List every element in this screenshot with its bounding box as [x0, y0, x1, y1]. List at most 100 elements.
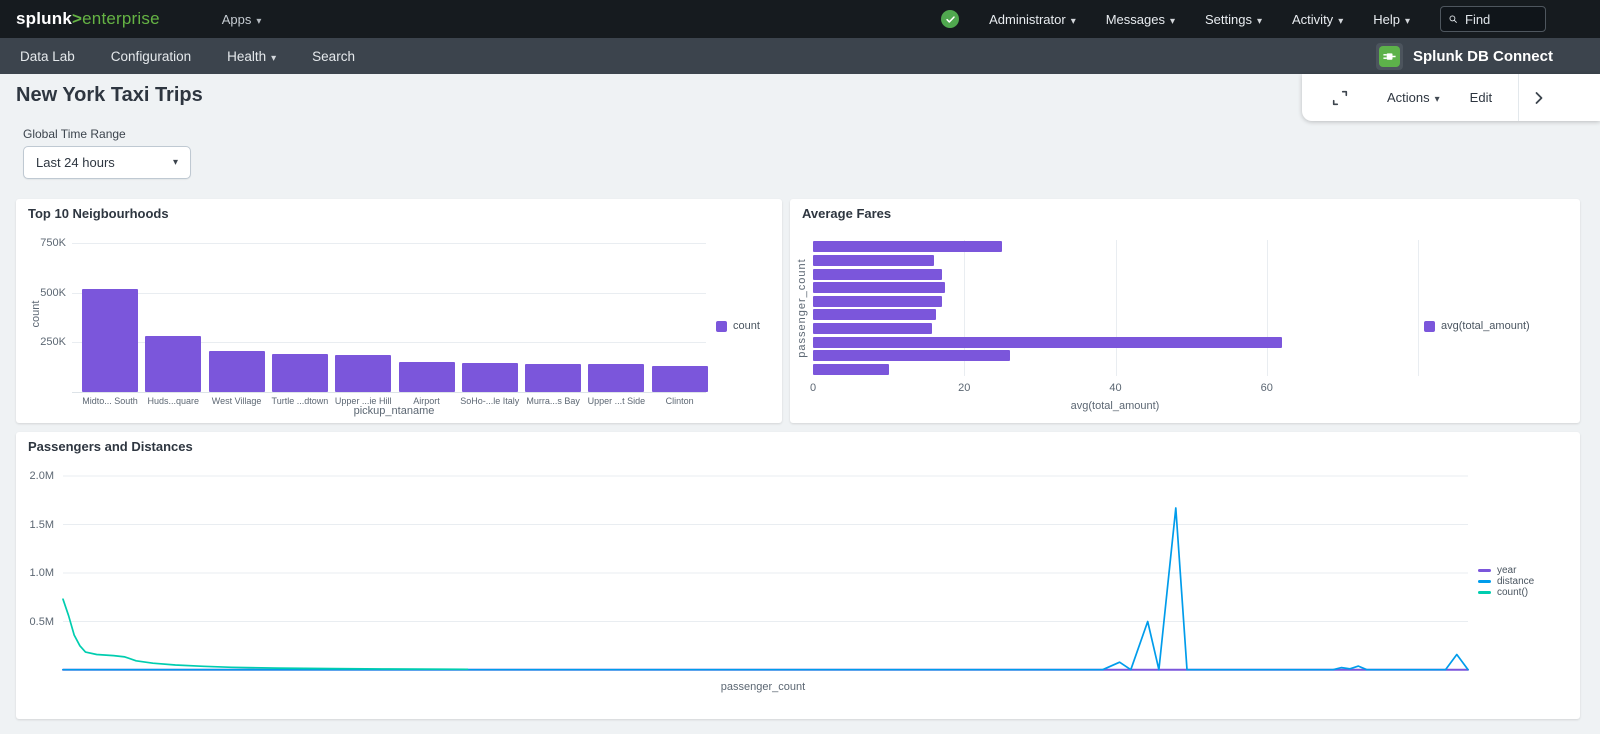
- bar-passenger-count-0[interactable]: [813, 241, 1002, 252]
- db-connect-icon-frame: [1376, 43, 1403, 70]
- page-title: New York Taxi Trips: [16, 84, 203, 107]
- x-category-label: Huds...quare: [141, 396, 205, 406]
- average-fares-bar-chart: 0204060passenger_countavg(total_amount)a…: [790, 199, 1580, 423]
- gridline: [1267, 240, 1268, 376]
- activity-menu-label: Activity: [1292, 12, 1333, 27]
- plug-icon: [1382, 49, 1397, 64]
- passengers-distances-line-chart: 0.5M1.0M1.5M2.0Mpassenger_countyeardista…: [16, 432, 1580, 719]
- y-axis-title: passenger_count: [796, 240, 808, 376]
- bar-Murra...s Bay[interactable]: [525, 364, 581, 392]
- y-tick-label: 1.5M: [16, 519, 54, 531]
- y-tick-label: 2.0M: [16, 470, 54, 482]
- legend-label-year[interactable]: year: [1497, 565, 1516, 576]
- messages-menu[interactable]: Messages: [1106, 12, 1175, 27]
- legend-label-distance[interactable]: distance: [1497, 576, 1534, 587]
- legend-label-avg-total-amount[interactable]: avg(total_amount): [1441, 320, 1530, 332]
- legend-swatch-distance[interactable]: [1478, 580, 1491, 583]
- bar-passenger-count-9[interactable]: [813, 364, 889, 375]
- apps-menu-label: Apps: [222, 12, 252, 27]
- logo-enterprise-text: enterprise: [82, 9, 160, 28]
- nav-item-configuration[interactable]: Configuration: [111, 49, 191, 64]
- line-distance[interactable]: [63, 508, 1468, 670]
- find-search-box[interactable]: [1440, 6, 1546, 32]
- logo-gt-text: >: [72, 9, 82, 28]
- dashboard-toolbar: Actions Edit: [1302, 74, 1600, 121]
- nav-item-data-lab[interactable]: Data Lab: [20, 49, 75, 64]
- x-tick-label: 20: [949, 382, 979, 394]
- legend-swatch-count[interactable]: [1478, 591, 1491, 594]
- actions-button-label: Actions: [1387, 90, 1430, 105]
- y-tick-label: 0.5M: [16, 616, 54, 628]
- panel-top10-neighbourhoods: Top 10 Neigbourhoods 250K500K750KcountMi…: [16, 199, 782, 423]
- global-time-range-label: Global Time Range: [23, 127, 126, 141]
- user-menu-label: Administrator: [989, 12, 1066, 27]
- gridline: [72, 293, 706, 294]
- top10-bar-chart: 250K500K750KcountMidto... SouthHuds...qu…: [16, 199, 782, 423]
- find-search-input[interactable]: [1463, 11, 1537, 28]
- line-chart-plot: [63, 462, 1468, 677]
- logo-splunk-text: splunk: [16, 9, 72, 28]
- bar-SoHo-...le Italy[interactable]: [462, 363, 518, 392]
- x-axis-title: pickup_ntaname: [294, 405, 494, 417]
- legend-label-count[interactable]: count: [733, 320, 760, 332]
- bar-passenger-count-2[interactable]: [813, 269, 942, 280]
- actions-button[interactable]: Actions: [1387, 90, 1440, 105]
- legend-label-count[interactable]: count(): [1497, 587, 1528, 598]
- app-title: Splunk DB Connect: [1413, 48, 1553, 65]
- x-category-label: Midto... South: [78, 396, 142, 406]
- legend-swatch-count[interactable]: [716, 321, 727, 332]
- settings-menu[interactable]: Settings: [1205, 12, 1262, 27]
- top-nav-bar: splunk>enterprise Apps Administrator Mes…: [0, 0, 1600, 38]
- user-menu[interactable]: Administrator: [989, 12, 1076, 27]
- nav-item-health-label: Health: [227, 49, 266, 64]
- bar-passenger-count-1[interactable]: [813, 255, 934, 266]
- app-identity[interactable]: Splunk DB Connect: [1376, 43, 1553, 70]
- help-menu[interactable]: Help: [1373, 12, 1410, 27]
- legend-swatch-year[interactable]: [1478, 569, 1491, 572]
- bar-Midto... South[interactable]: [82, 289, 138, 392]
- x-tick-label: 40: [1101, 382, 1131, 394]
- global-time-range-value: Last 24 hours: [36, 155, 115, 170]
- nav-item-search[interactable]: Search: [312, 49, 355, 64]
- db-connect-plug-icon: [1379, 46, 1400, 67]
- bar-Turtle ...dtown[interactable]: [272, 354, 328, 392]
- bar-passenger-count-3[interactable]: [813, 282, 945, 293]
- gridline: [1116, 240, 1117, 376]
- x-category-label: Murra...s Bay: [521, 396, 585, 406]
- line-count[interactable]: [63, 599, 468, 669]
- bar-passenger-count-8[interactable]: [813, 350, 1010, 361]
- y-axis-title: count: [30, 236, 42, 392]
- x-category-label: Clinton: [648, 396, 712, 406]
- x-category-label: Upper ...t Side: [584, 396, 648, 406]
- bar-passenger-count-7[interactable]: [813, 337, 1282, 348]
- bar-Clinton[interactable]: [652, 366, 708, 392]
- bar-Huds...quare[interactable]: [145, 336, 201, 392]
- apps-menu[interactable]: Apps: [222, 12, 262, 27]
- app-nav-bar: Data Lab Configuration Health Search Spl…: [0, 38, 1600, 74]
- health-status-icon[interactable]: [941, 10, 959, 28]
- bar-West Village[interactable]: [209, 351, 265, 392]
- activity-menu[interactable]: Activity: [1292, 12, 1343, 27]
- legend-swatch-avg-total-amount[interactable]: [1424, 321, 1435, 332]
- splunk-logo[interactable]: splunk>enterprise: [16, 9, 160, 29]
- bar-passenger-count-4[interactable]: [813, 296, 942, 307]
- x-axis-line: [72, 392, 706, 393]
- bar-Upper ...ie Hill[interactable]: [335, 355, 391, 392]
- bar-Upper ...t Side[interactable]: [588, 364, 644, 392]
- messages-menu-label: Messages: [1106, 12, 1165, 27]
- bar-passenger-count-6[interactable]: [813, 323, 932, 334]
- gridline: [1418, 240, 1419, 376]
- nav-item-health[interactable]: Health: [227, 49, 276, 64]
- expand-fullscreen-icon[interactable]: [1331, 89, 1349, 107]
- bar-passenger-count-5[interactable]: [813, 309, 936, 320]
- x-axis-title: passenger_count: [663, 681, 863, 693]
- panel-passengers-distances: Passengers and Distances 0.5M1.0M1.5M2.0…: [16, 432, 1580, 719]
- x-category-label: West Village: [205, 396, 269, 406]
- bar-Airport[interactable]: [399, 362, 455, 392]
- edit-button[interactable]: Edit: [1470, 90, 1492, 105]
- global-time-range-select[interactable]: Last 24 hours ▾: [23, 146, 191, 179]
- chevron-right-icon[interactable]: [1532, 91, 1546, 105]
- toolbar-divider: [1518, 74, 1519, 121]
- panel-average-fares: Average Fares 0204060passenger_countavg(…: [790, 199, 1580, 423]
- search-icon: [1449, 13, 1457, 25]
